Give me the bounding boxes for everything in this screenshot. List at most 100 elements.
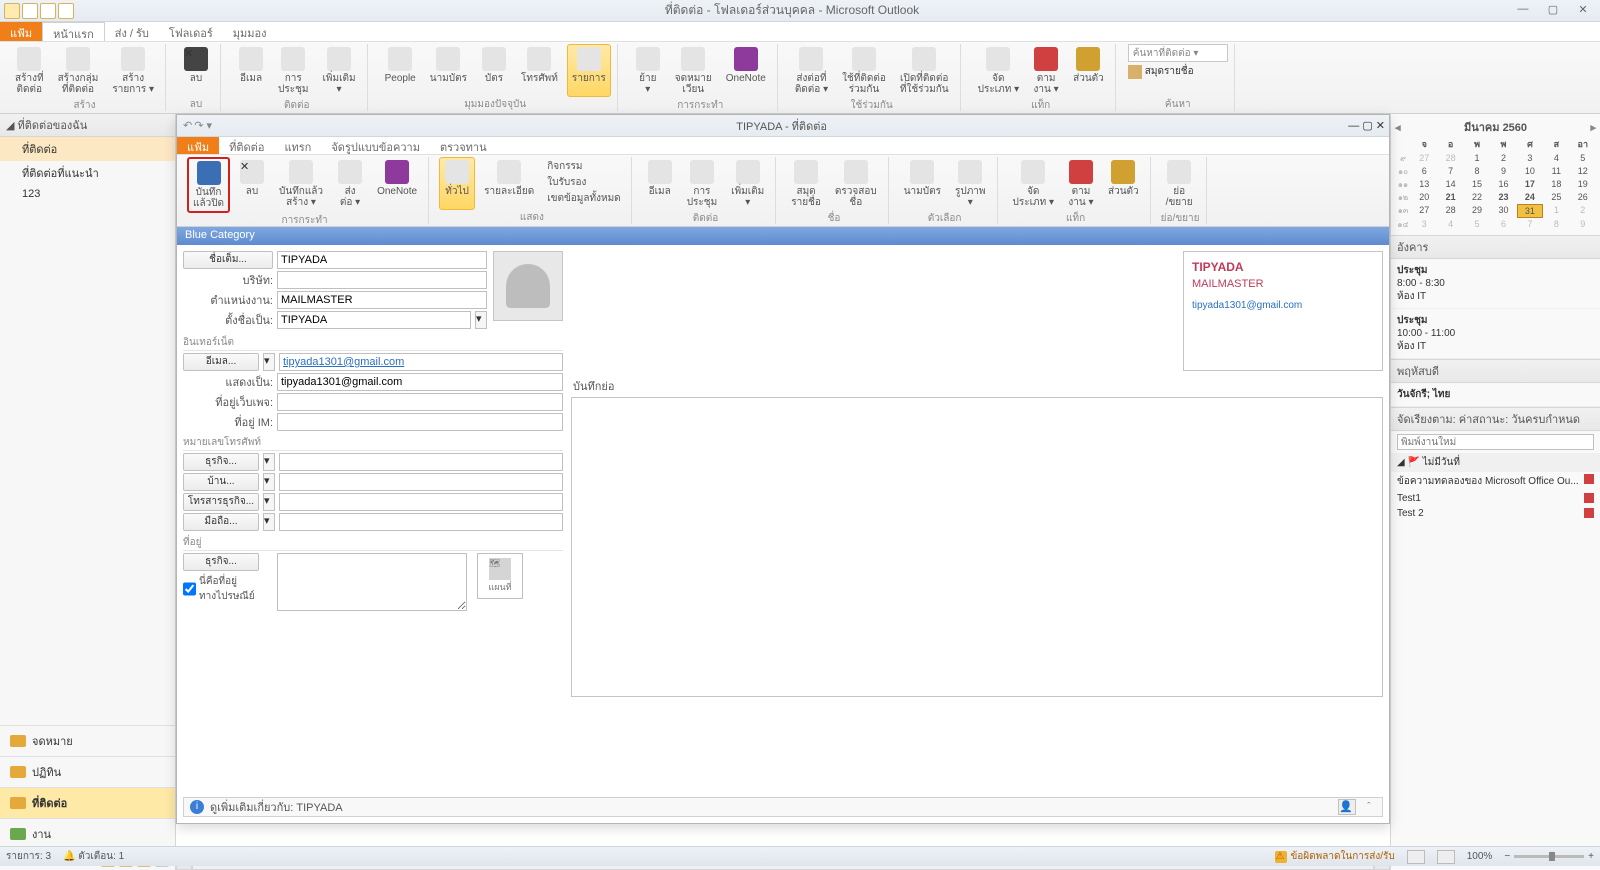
next-month-button[interactable]: ▸	[1590, 121, 1596, 134]
onenote-button[interactable]: OneNote	[721, 44, 771, 98]
forward-contact-button[interactable]: ส่งต่อที่ ติดต่อ ▾	[790, 44, 833, 98]
phone-fax-input[interactable]	[279, 493, 563, 511]
redo-icon[interactable]	[58, 3, 74, 19]
contact-minimize-button[interactable]: —	[1348, 120, 1359, 132]
phone-home-dropdown[interactable]: ▾	[263, 473, 275, 491]
business-card-preview[interactable]: TIPYADA MAILMASTER tipyada1301@gmail.com	[1183, 251, 1383, 371]
view-normal-button[interactable]	[1407, 850, 1425, 864]
contact-maximize-button[interactable]: ▢	[1362, 120, 1372, 132]
business-card-button[interactable]: นามบัตร	[899, 157, 946, 211]
event-2[interactable]: ประชุม10:00 - 11:00ห้อง IT	[1391, 309, 1600, 359]
phone-business-button[interactable]: ธุรกิจ...	[183, 453, 259, 471]
view-list-button[interactable]: รายการ	[567, 44, 611, 97]
general-button[interactable]: ทั่วไป	[439, 157, 475, 210]
view-people-button[interactable]: People	[380, 44, 421, 97]
qat-dropdown-icon[interactable]: ▾	[203, 120, 215, 132]
notes-textarea[interactable]	[571, 397, 1383, 697]
mailing-address-checkbox[interactable]: นี่คือที่อยู่ ทางไปรษณีย์	[183, 574, 273, 604]
undo-icon[interactable]	[40, 3, 56, 19]
search-contacts-input[interactable]	[1128, 44, 1228, 62]
contact-followup-button[interactable]: ตาม งาน ▾	[1063, 157, 1099, 211]
task-row-1[interactable]: ข้อความทดลองของ Microsoft Office Ou...	[1391, 472, 1600, 491]
email-type-dropdown[interactable]: ▾	[263, 353, 275, 371]
phone-home-button[interactable]: บ้าน...	[183, 473, 259, 491]
status-error[interactable]: ⚠ข้อผิดพลาดในการส่ง/รับ	[1275, 849, 1394, 864]
email-button[interactable]: อีเมล...	[183, 353, 259, 371]
address-book-btn[interactable]: สมุด รายชื่อ	[786, 157, 826, 211]
categorize-button[interactable]: จัด ประเภท ▾	[973, 44, 1025, 98]
prev-month-button[interactable]: ◂	[1395, 121, 1401, 134]
certificates-link[interactable]: ใบรับรอง	[547, 175, 620, 190]
folder-123[interactable]: 123	[0, 185, 175, 203]
phone-business-dropdown[interactable]: ▾	[263, 453, 275, 471]
new-contact-group-button[interactable]: สร้างกลุ่ม ที่ติดต่อ	[53, 44, 104, 98]
flag-icon[interactable]	[1584, 493, 1594, 503]
address-type-button[interactable]: ธุรกิจ...	[183, 553, 259, 571]
meeting-button[interactable]: การ ประชุม	[273, 44, 313, 98]
phone-fax-dropdown[interactable]: ▾	[263, 493, 275, 511]
event-1[interactable]: ประชุม8:00 - 8:30ห้อง IT	[1391, 259, 1600, 309]
folder-suggested[interactable]: ที่ติดต่อที่แนะนำ	[0, 161, 175, 185]
view-phone-button[interactable]: โทรศัพท์	[516, 44, 563, 97]
nav-tasks[interactable]: งาน	[0, 818, 175, 849]
expand-button[interactable]: ˆ	[1362, 801, 1376, 813]
share-contacts-button[interactable]: ใช้ที่ติดต่อ ร่วมกัน	[837, 44, 891, 98]
phone-mobile-button[interactable]: มือถือ...	[183, 513, 259, 531]
tasks-sort-header[interactable]: จัดเรียงตาม: ค่าสถานะ: วันครบกำหนด	[1391, 407, 1600, 431]
minimize-button[interactable]: —	[1510, 3, 1536, 19]
nav-mail[interactable]: จดหมาย	[0, 725, 175, 756]
contact-forward-button[interactable]: ส่ง ต่อ ▾	[332, 157, 368, 213]
phone-fax-button[interactable]: โทรสารธุรกิจ...	[183, 493, 259, 511]
all-fields-link[interactable]: เขตข้อมูลทั้งหมด	[547, 191, 620, 206]
my-contacts-header[interactable]: ◢ ที่ติดต่อของฉัน	[0, 114, 175, 137]
jobtitle-input[interactable]	[277, 291, 487, 309]
new-contact-button[interactable]: สร้างที่ ติดต่อ	[10, 44, 49, 98]
im-input[interactable]	[277, 413, 563, 431]
new-items-button[interactable]: สร้าง รายการ ▾	[107, 44, 159, 98]
contact-close-button[interactable]: ✕	[1376, 120, 1385, 132]
view-card-button[interactable]: บัตร	[476, 44, 512, 97]
people-pane-toggle[interactable]: 👤	[1338, 799, 1356, 815]
contact-categorize-button[interactable]: จัด ประเภท ▾	[1008, 157, 1060, 211]
nav-calendar[interactable]: ปฏิทิน	[0, 756, 175, 787]
calendar-grid[interactable]: จอพพศสอา๙272812345๑๐6789101112๑๑13141516…	[1395, 136, 1596, 231]
contact-delete-button[interactable]: ✕ลบ	[234, 157, 270, 213]
picture-button[interactable]: รูปภาพ ▾	[950, 157, 991, 211]
contact-tab-review[interactable]: ตรวจทาน	[430, 137, 497, 154]
zoom-slider[interactable]: −+	[1504, 851, 1594, 862]
contact-meeting-button[interactable]: การ ประชุม	[682, 157, 722, 211]
company-input[interactable]	[277, 271, 487, 289]
contact-private-button[interactable]: ส่วนตัว	[1103, 157, 1144, 211]
zoom-button[interactable]: ย่อ /ขยาย	[1161, 157, 1198, 211]
close-button[interactable]: ✕	[1570, 3, 1596, 19]
view-bizcard-button[interactable]: นามบัตร	[425, 44, 472, 97]
contact-photo[interactable]	[493, 251, 563, 321]
save-and-new-button[interactable]: บันทึกแล้ว สร้าง ▾	[274, 157, 328, 213]
contact-tab-format[interactable]: จัดรูปแบบข้อความ	[321, 137, 430, 154]
delete-button[interactable]: ✕ลบ	[178, 44, 214, 97]
contact-onenote-button[interactable]: OneNote	[372, 157, 422, 213]
tab-home[interactable]: หน้าแรก	[42, 22, 105, 41]
more-button[interactable]: เพิ่มเติม ▾	[317, 44, 360, 98]
fileas-input[interactable]	[277, 311, 471, 329]
outlook-icon[interactable]	[4, 3, 20, 19]
tab-send-receive[interactable]: ส่ง / รับ	[105, 22, 159, 41]
followup-button[interactable]: ตาม งาน ▾	[1028, 44, 1064, 98]
tasks-nodate-section[interactable]: ◢ 🚩 ไม่มีวันที่	[1391, 453, 1600, 472]
fullname-input[interactable]	[277, 251, 487, 269]
tab-file[interactable]: แฟ้ม	[0, 22, 42, 41]
save-icon[interactable]	[22, 3, 38, 19]
webpage-input[interactable]	[277, 393, 563, 411]
activities-link[interactable]: กิจกรรม	[547, 159, 620, 174]
move-button[interactable]: ย้าย ▾	[630, 44, 666, 98]
flag-icon[interactable]	[1584, 508, 1594, 518]
contact-tab-insert[interactable]: แทรก	[274, 137, 321, 154]
new-task-input[interactable]	[1397, 434, 1594, 450]
email-input[interactable]	[279, 353, 563, 371]
phone-business-input[interactable]	[279, 453, 563, 471]
undo-qat-icon[interactable]: ↶	[181, 120, 194, 132]
task-row-3[interactable]: Test 2	[1391, 506, 1600, 521]
view-reading-button[interactable]	[1437, 850, 1455, 864]
phone-mobile-input[interactable]	[279, 513, 563, 531]
address-input[interactable]	[277, 553, 467, 611]
